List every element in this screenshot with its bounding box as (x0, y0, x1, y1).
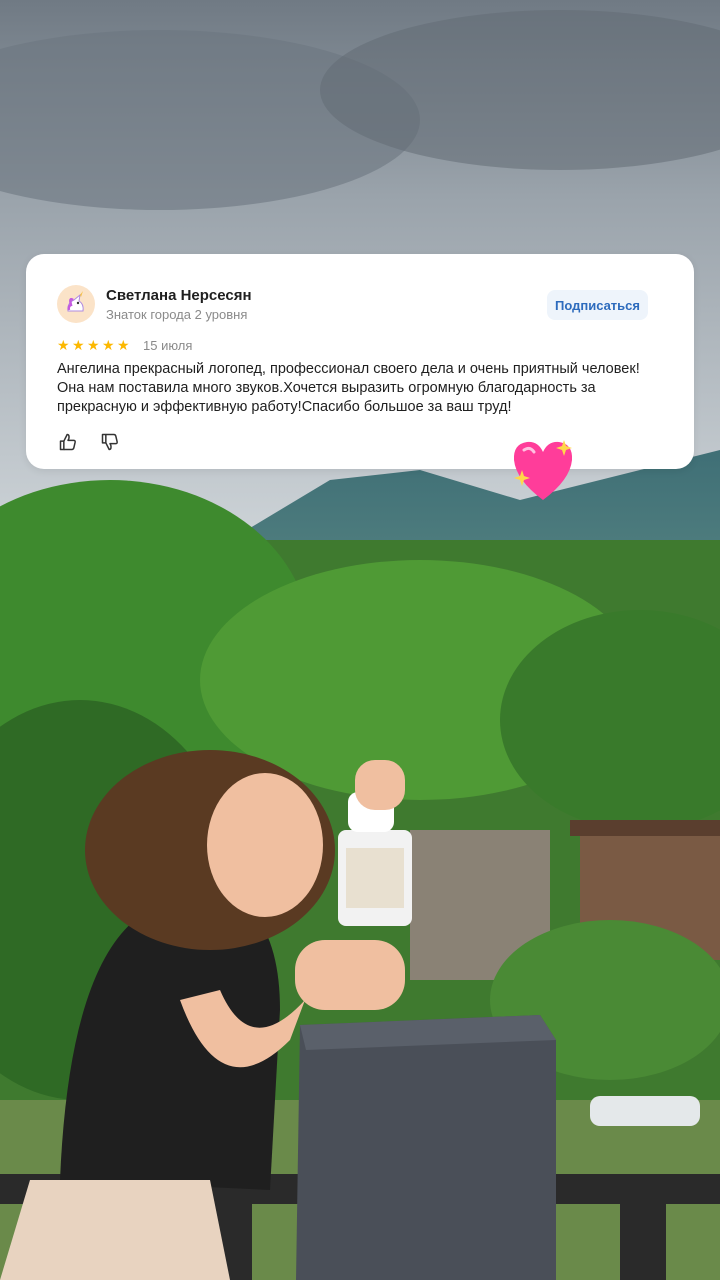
star-icon: ★ (57, 337, 70, 353)
star-icon: ★ (72, 337, 85, 353)
star-icon: ★ (117, 337, 130, 353)
author-level: Знаток города 2 уровня (106, 307, 248, 322)
review-date: 15 июля (143, 338, 193, 353)
subscribe-button[interactable]: Подписаться (547, 290, 648, 320)
star-icon: ★ (87, 337, 100, 353)
thumbs-down-icon[interactable] (100, 432, 120, 452)
review-text: Ангелина прекрасный логопед, профессиона… (57, 361, 640, 415)
author-name[interactable]: Светлана Нерсесян (106, 287, 252, 304)
review-card: Светлана Нерсесян Знаток города 2 уровня… (26, 254, 694, 469)
rating-stars: ★ ★ ★ ★ ★ (57, 338, 131, 352)
author-avatar[interactable] (57, 285, 95, 323)
sparkling-heart-icon (513, 440, 573, 500)
thumbs-up-icon[interactable] (58, 432, 78, 452)
unicorn-icon (67, 291, 84, 312)
star-icon: ★ (102, 337, 115, 353)
background-photo (0, 0, 720, 1280)
